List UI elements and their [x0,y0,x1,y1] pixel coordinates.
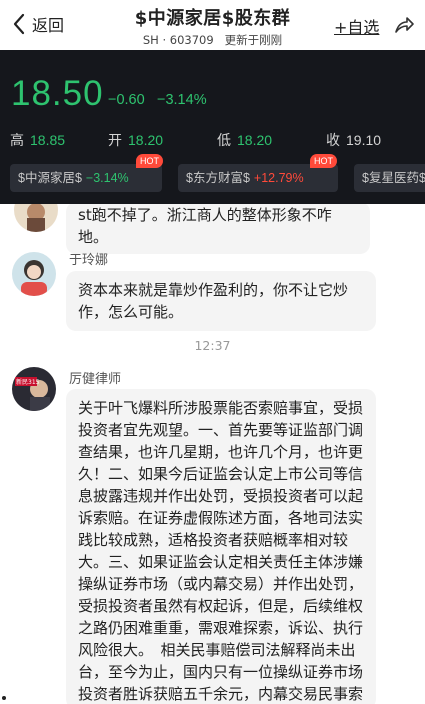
subtitle: SH · 603709 更新于刚刚 [110,32,315,48]
message-bubble: 关于叶飞爆料所涉股票能否索赔事宜，受损投资者宜先观望。一、首先要等证监部门调查结… [66,389,376,704]
hot-badge: HOT [136,154,163,168]
sender-name: 于玲娜 [69,253,109,268]
related-stock-chip[interactable]: $东方财富$ +12.79% HOT [178,154,338,192]
stat-high: 高 18.85 [10,130,65,150]
price-change-percent: −3.14% [157,92,207,108]
timestamp: 12:37 [194,338,231,353]
back-button[interactable]: 返回 [12,12,64,36]
user-avatar-icon [12,252,56,296]
avatar-badge: 新民315 [16,379,40,386]
chevron-left-icon [13,13,25,35]
message-bubble: st跑不掉了。浙江商人的整体形象不咋地。 [66,204,370,254]
stat-open-label: 开 [108,132,122,148]
top-bar: 返回 $中源家居$股东群 SH · 603709 更新于刚刚 +自选 [0,0,425,50]
title-area: $中源家居$股东群 SH · 603709 更新于刚刚 [110,4,315,48]
chip-name: $东方财富$ [186,171,250,185]
related-stock-chip[interactable]: $中源家居$ −3.14% HOT [10,154,163,192]
stat-low: 低 18.20 [217,130,272,150]
user-avatar-icon [14,204,58,232]
chip-name: $复星医药$ [362,171,425,185]
stat-low-label: 低 [217,132,231,148]
stat-high-value: 18.85 [30,132,66,148]
current-price: 18.50 [11,74,104,113]
scroll-marker [2,696,6,700]
chip-percent: −3.14% [85,171,129,185]
quote-panel: 18.50 −0.60 −3.14% 高 18.85 开 18.20 低 18.20 … [0,50,425,204]
update-status: 更新于刚刚 [224,33,283,47]
stat-high-label: 高 [10,132,24,148]
avatar[interactable] [12,252,56,296]
lawyer-avatar-icon [12,367,56,411]
chip-name: $中源家居$ [18,171,82,185]
chip-percent: +12.79% [253,171,304,185]
stock-code: SH · 603709 [142,33,214,47]
stat-close-label: 收 [326,132,340,148]
stat-open: 开 18.20 [108,130,163,150]
share-icon[interactable] [393,14,415,36]
back-label: 返回 [32,16,65,35]
avatar[interactable] [14,204,58,232]
avatar[interactable]: 新民315 [12,367,56,411]
message-bubble: 资本本来就是靠炒作盈利的，你不让它炒作，怎么可能。 [66,271,376,331]
chat-area[interactable]: st跑不掉了。浙江商人的整体形象不咋地。 于玲娜 资本本来就是靠炒作盈利的，你不… [0,204,425,704]
stat-close: 收 19.10 [326,130,381,150]
stat-low-value: 18.20 [237,132,273,148]
page-title: $中源家居$股东群 [134,8,291,29]
related-stock-chip[interactable]: $复星医药$ [354,164,425,192]
add-watchlist-button[interactable]: +自选 [334,14,379,38]
price-change: −0.60 [108,92,145,108]
stat-close-value: 19.10 [346,132,382,148]
stat-open-value: 18.20 [128,132,164,148]
hot-badge: HOT [310,154,337,168]
sender-name: 厉健律师 [69,372,122,387]
